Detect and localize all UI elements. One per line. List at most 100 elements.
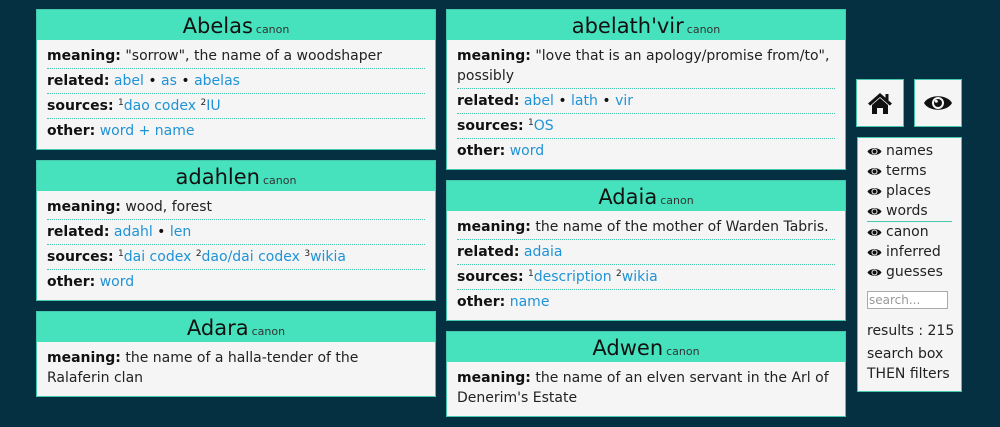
search-input[interactable] <box>867 291 948 309</box>
related-link[interactable]: adaia <box>524 244 563 260</box>
filter-label: inferred <box>886 244 941 260</box>
other-row: other: word + name <box>47 119 425 143</box>
entry-title: adahlen <box>175 165 260 189</box>
other-row: other: word <box>457 139 835 163</box>
eye-icon <box>924 96 952 110</box>
right-column: abelath'vir canon meaning: "love that is a… <box>446 9 846 427</box>
entry-tag: canon <box>660 194 694 207</box>
source-link[interactable]: IU <box>206 98 220 114</box>
entry-title: Adara <box>186 316 249 340</box>
entry-title: abelath'vir <box>571 14 684 38</box>
filter-canon[interactable]: canon <box>867 222 961 242</box>
entry-card: Adara canon meaning: the name of a halla-t… <box>36 311 436 397</box>
related-link[interactable]: abel <box>114 73 144 89</box>
filter-terms[interactable]: terms <box>867 161 961 181</box>
entry-tag: canon <box>262 174 297 187</box>
source-link[interactable]: dao codex <box>124 98 196 114</box>
other-link[interactable]: name <box>510 294 550 310</box>
meaning-value: wood, forest <box>125 199 213 215</box>
meaning-label: meaning: <box>47 350 121 366</box>
other-row: other: name <box>457 290 835 314</box>
filter-names[interactable]: names <box>867 141 961 161</box>
meaning-row: meaning: wood, forest <box>47 195 425 220</box>
entry-title: Adaia <box>598 185 658 209</box>
other-link[interactable]: word <box>100 274 134 290</box>
sources-row: sources: 1description 2wikia <box>457 265 835 290</box>
filter-label: terms <box>886 163 927 179</box>
toggle-visibility-button[interactable] <box>914 79 962 127</box>
entry-body: meaning: "love that is an apology/promis… <box>447 40 845 169</box>
filter-words[interactable]: words <box>867 201 961 221</box>
entry-title: Abelas <box>182 14 253 38</box>
other-link[interactable]: word + name <box>100 123 195 139</box>
separator-dot: • <box>597 93 616 109</box>
eye-icon <box>867 207 882 215</box>
meaning-row: meaning: the name of the mother of Warde… <box>457 215 835 240</box>
results-count: results : 215 <box>867 323 955 339</box>
related-link[interactable]: vir <box>615 93 633 109</box>
meaning-label: meaning: <box>457 48 531 64</box>
sources-label: sources: <box>47 98 114 114</box>
filter-guesses[interactable]: guesses <box>867 262 961 282</box>
left-column: Abelas canon meaning: "sorrow", the name o… <box>36 9 436 407</box>
related-label: related: <box>47 73 110 89</box>
filter-note: search box THEN filters <box>867 346 950 382</box>
source-link[interactable]: description <box>534 269 612 285</box>
sources-row: sources: 1dao codex 2IU <box>47 94 425 119</box>
related-row: related: adahl • len <box>47 220 425 245</box>
filter-inferred[interactable]: inferred <box>867 242 961 262</box>
meaning-label: meaning: <box>457 370 531 386</box>
related-label: related: <box>457 93 520 109</box>
filter-label: names <box>886 143 933 159</box>
source-link[interactable]: dao/dai codex <box>202 249 300 265</box>
source-link[interactable]: wikia <box>310 249 346 265</box>
sources-label: sources: <box>457 118 524 134</box>
related-link[interactable]: as <box>161 73 177 89</box>
source-link[interactable]: dai codex <box>124 249 192 265</box>
meaning-label: meaning: <box>47 199 121 215</box>
eye-icon <box>867 268 882 276</box>
entry-tag: canon <box>251 325 286 338</box>
related-row: related: abel • as • abelas <box>47 69 425 94</box>
other-label: other: <box>457 294 506 310</box>
source-link[interactable]: wikia <box>622 269 658 285</box>
meaning-value: "sorrow", the name of a woodshaper <box>125 48 382 64</box>
filter-label: places <box>886 183 931 199</box>
filter-label: guesses <box>886 264 943 280</box>
filter-places[interactable]: places <box>867 181 961 201</box>
source-link[interactable]: OS <box>534 118 554 134</box>
entry-card: Adwen canon meaning: the name of an elven … <box>446 331 846 417</box>
related-link[interactable]: lath <box>571 93 598 109</box>
related-link[interactable]: adahl <box>114 224 153 240</box>
sources-row: sources: 1dai codex 2dao/dai codex 3wiki… <box>47 245 425 270</box>
separator-dot: • <box>143 73 162 89</box>
entry-header: adahlen canon <box>37 161 435 191</box>
meaning-row: meaning: the name of an elven servant in… <box>457 366 835 410</box>
entry-card: abelath'vir canon meaning: "love that is a… <box>446 9 846 170</box>
entry-card: adahlen canon meaning: wood, forest related… <box>36 160 436 301</box>
eye-icon <box>867 167 882 175</box>
related-link[interactable]: len <box>170 224 191 240</box>
related-link[interactable]: abel <box>524 93 554 109</box>
separator-dot: • <box>176 73 195 89</box>
meaning-label: meaning: <box>457 219 531 235</box>
related-link[interactable]: abelas <box>194 73 240 89</box>
entry-body: meaning: "sorrow", the name of a woodsha… <box>37 40 435 149</box>
home-button[interactable] <box>856 79 904 127</box>
entry-body: meaning: the name of the mother of Warde… <box>447 211 845 320</box>
separator-dot: • <box>553 93 572 109</box>
entry-title: Adwen <box>592 336 664 360</box>
other-row: other: word <box>47 270 425 294</box>
sources-label: sources: <box>47 249 114 265</box>
other-link[interactable]: word <box>510 143 544 159</box>
meaning-value: the name of the mother of Warden Tabris. <box>535 219 829 235</box>
filter-panel: names terms places words canon inferred guesse… <box>857 137 962 392</box>
entry-tag: canon <box>666 345 700 358</box>
filter-label: canon <box>886 224 929 240</box>
filter-label: words <box>886 203 928 219</box>
sources-row: sources: 1OS <box>457 114 835 139</box>
entry-card: Abelas canon meaning: "sorrow", the name o… <box>36 9 436 150</box>
eye-icon <box>867 147 882 155</box>
entry-header: Adwen canon <box>447 332 845 362</box>
separator-dot: • <box>152 224 170 240</box>
